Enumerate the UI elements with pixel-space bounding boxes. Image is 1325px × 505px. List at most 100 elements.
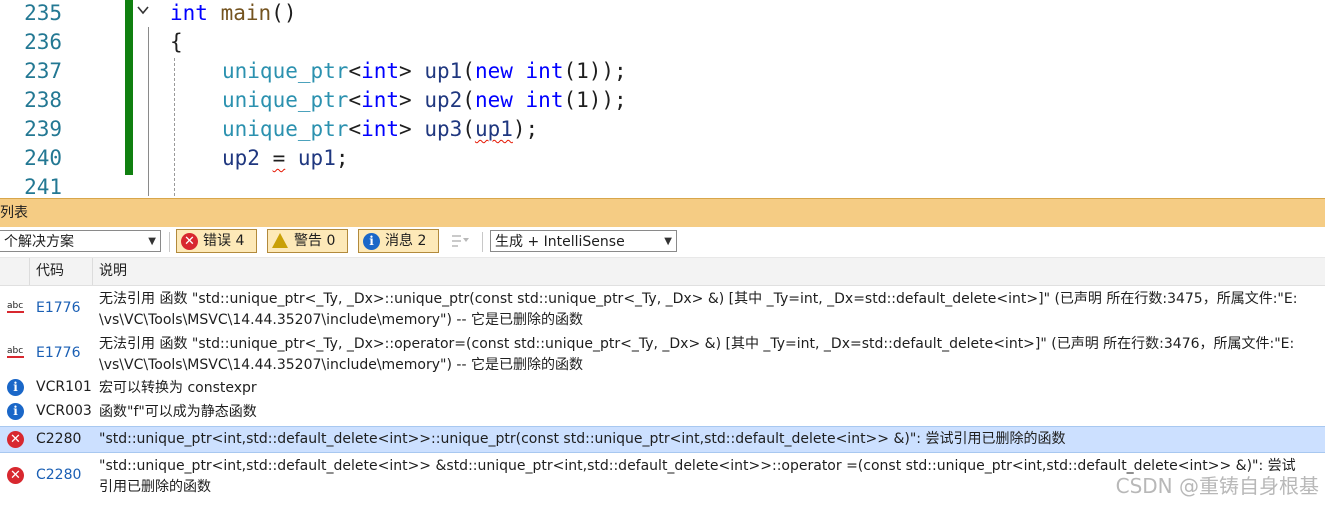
dropdown-arrow-icon: ▼ [148, 236, 156, 247]
code-line-237[interactable]: unique_ptr<int> up1(new int(1)); [222, 57, 627, 86]
error-list-toolbar: 个解决方案 ▼ ✕ 错误 4 警告 0 i 消息 2 生成 + IntelliS… [0, 227, 1325, 258]
build-intellisense-dropdown[interactable]: 生成 + IntelliSense ▼ [490, 230, 677, 252]
variable: up1 [297, 146, 336, 170]
indent-guide-line [174, 58, 175, 196]
info-icon: i [363, 233, 380, 250]
error-list-row[interactable]: i VCR101 宏可以转换为 constexpr [0, 378, 1325, 401]
keyword: int [525, 88, 564, 112]
error-icon: ✕ [181, 233, 198, 250]
keyword: int [525, 59, 564, 83]
warnings-filter-label: 警告 0 [294, 233, 336, 249]
watermark: CSDN @重铸自身根基 [1115, 474, 1319, 498]
panel-title: 列表 [0, 205, 28, 221]
code-text: ( [462, 59, 475, 83]
warning-icon [272, 233, 288, 249]
dropdown-arrow-icon: ▼ [664, 236, 672, 247]
code-line-240[interactable]: up2 = up1; [222, 144, 349, 173]
code-text: > [399, 88, 412, 112]
line-number: 239 [24, 117, 62, 141]
keyword: int [361, 117, 400, 141]
toolbar-separator [169, 232, 170, 252]
errors-filter-button[interactable]: ✕ 错误 4 [176, 229, 257, 253]
info-icon: i [7, 403, 24, 420]
description-line: 无法引用 函数 "std::unique_ptr<_Ty, _Dx>::oper… [99, 336, 1295, 352]
code-line-239[interactable]: unique_ptr<int> up3(up1); [222, 115, 538, 144]
error-code-link[interactable]: C2280 [36, 467, 81, 483]
messages-filter-label: 消息 2 [385, 233, 427, 249]
error-code: C2280 [36, 431, 82, 447]
code-text: (1)); [563, 88, 627, 112]
spell-check-icon: abc [7, 300, 24, 317]
error-code-link[interactable]: E1776 [36, 345, 80, 361]
build-dropdown-value: 生成 + IntelliSense [495, 234, 625, 250]
error-icon: ✕ [7, 467, 24, 484]
type-name: unique_ptr [222, 59, 349, 83]
code-text: ( [462, 88, 475, 112]
scope-guide-line [148, 27, 149, 196]
error-squiggle-variable[interactable]: up1 [475, 117, 513, 141]
error-list-row[interactable]: abc E1776 无法引用 函数 "std::unique_ptr<_Ty, … [0, 288, 1325, 332]
code-text: (1)); [563, 59, 627, 83]
code-line-238[interactable]: unique_ptr<int> up2(new int(1)); [222, 86, 627, 115]
error-code-link[interactable]: E1776 [36, 300, 80, 316]
message-description: 宏可以转换为 constexpr [99, 380, 257, 396]
code-text: < [348, 59, 362, 83]
code-text: > [399, 59, 412, 83]
error-list-row-selected[interactable]: ✕ C2280 "std::unique_ptr<int,std::defaul… [0, 426, 1325, 453]
description-line: \vs\VC\Tools\MSVC\14.44.35207\include\me… [99, 357, 583, 373]
code-text: ; [335, 146, 349, 170]
keyword: new [474, 88, 513, 112]
code-text: > [399, 117, 412, 141]
line-number: 236 [24, 30, 62, 54]
code-text: ); [512, 117, 539, 141]
line-number: 238 [24, 88, 62, 112]
variable: up2 [222, 146, 260, 170]
warnings-filter-button[interactable]: 警告 0 [267, 229, 348, 253]
type-name: unique_ptr [222, 117, 349, 141]
filter-icon[interactable] [451, 234, 471, 250]
description-line: \vs\VC\Tools\MSVC\14.44.35207\include\me… [99, 312, 583, 328]
errors-filter-label: 错误 4 [203, 233, 245, 249]
error-icon: ✕ [7, 431, 24, 448]
message-code: VCR003 [36, 403, 92, 419]
type-name: unique_ptr [222, 88, 349, 112]
line-number: 237 [24, 59, 62, 83]
code-text: () [271, 1, 297, 25]
line-number: 241 [24, 175, 62, 196]
info-icon: i [7, 379, 24, 396]
error-list-row[interactable]: i VCR003 函数"f"可以成为静态函数 [0, 402, 1325, 425]
line-number: 240 [24, 146, 62, 170]
keyword: int [170, 1, 208, 25]
column-header-code[interactable]: 代码 [29, 258, 92, 285]
description-line: 无法引用 函数 "std::unique_ptr<_Ty, _Dx>::uniq… [99, 291, 1298, 307]
chevron-down-icon[interactable] [136, 3, 150, 21]
code-line-235[interactable]: int main() [170, 0, 296, 28]
error-description: 无法引用 函数 "std::unique_ptr<_Ty, _Dx>::oper… [99, 334, 1325, 376]
toolbar-separator [482, 232, 483, 252]
scope-dropdown[interactable]: 个解决方案 ▼ [0, 230, 161, 252]
code-text: < [348, 88, 362, 112]
change-tracking-bar [125, 0, 133, 175]
keyword: int [361, 88, 400, 112]
spell-check-icon: abc [7, 345, 24, 362]
column-header-description[interactable]: 说明 [92, 258, 1325, 285]
error-squiggle-operator[interactable]: = [273, 146, 286, 170]
error-description: "std::unique_ptr<int,std::default_delete… [99, 431, 1066, 447]
variable: up2 [424, 88, 463, 112]
function-name: main [220, 1, 272, 25]
error-list-header: 代码 说明 [0, 258, 1325, 286]
keyword: int [361, 59, 400, 83]
error-list-title-bar[interactable]: 列表 [0, 198, 1325, 227]
code-editor[interactable]: 235 236 237 238 239 240 241 int main() {… [0, 0, 1325, 196]
error-list-row[interactable]: abc E1776 无法引用 函数 "std::unique_ptr<_Ty, … [0, 333, 1325, 377]
message-code: VCR101 [36, 379, 92, 395]
variable: up3 [424, 117, 463, 141]
messages-filter-button[interactable]: i 消息 2 [358, 229, 439, 253]
error-description: 无法引用 函数 "std::unique_ptr<_Ty, _Dx>::uniq… [99, 289, 1325, 331]
code-text: ( [462, 117, 475, 141]
variable: up1 [424, 59, 463, 83]
keyword: new [474, 59, 513, 83]
code-text: < [348, 117, 362, 141]
line-number: 235 [24, 1, 62, 25]
code-line-236[interactable]: { [170, 28, 183, 57]
